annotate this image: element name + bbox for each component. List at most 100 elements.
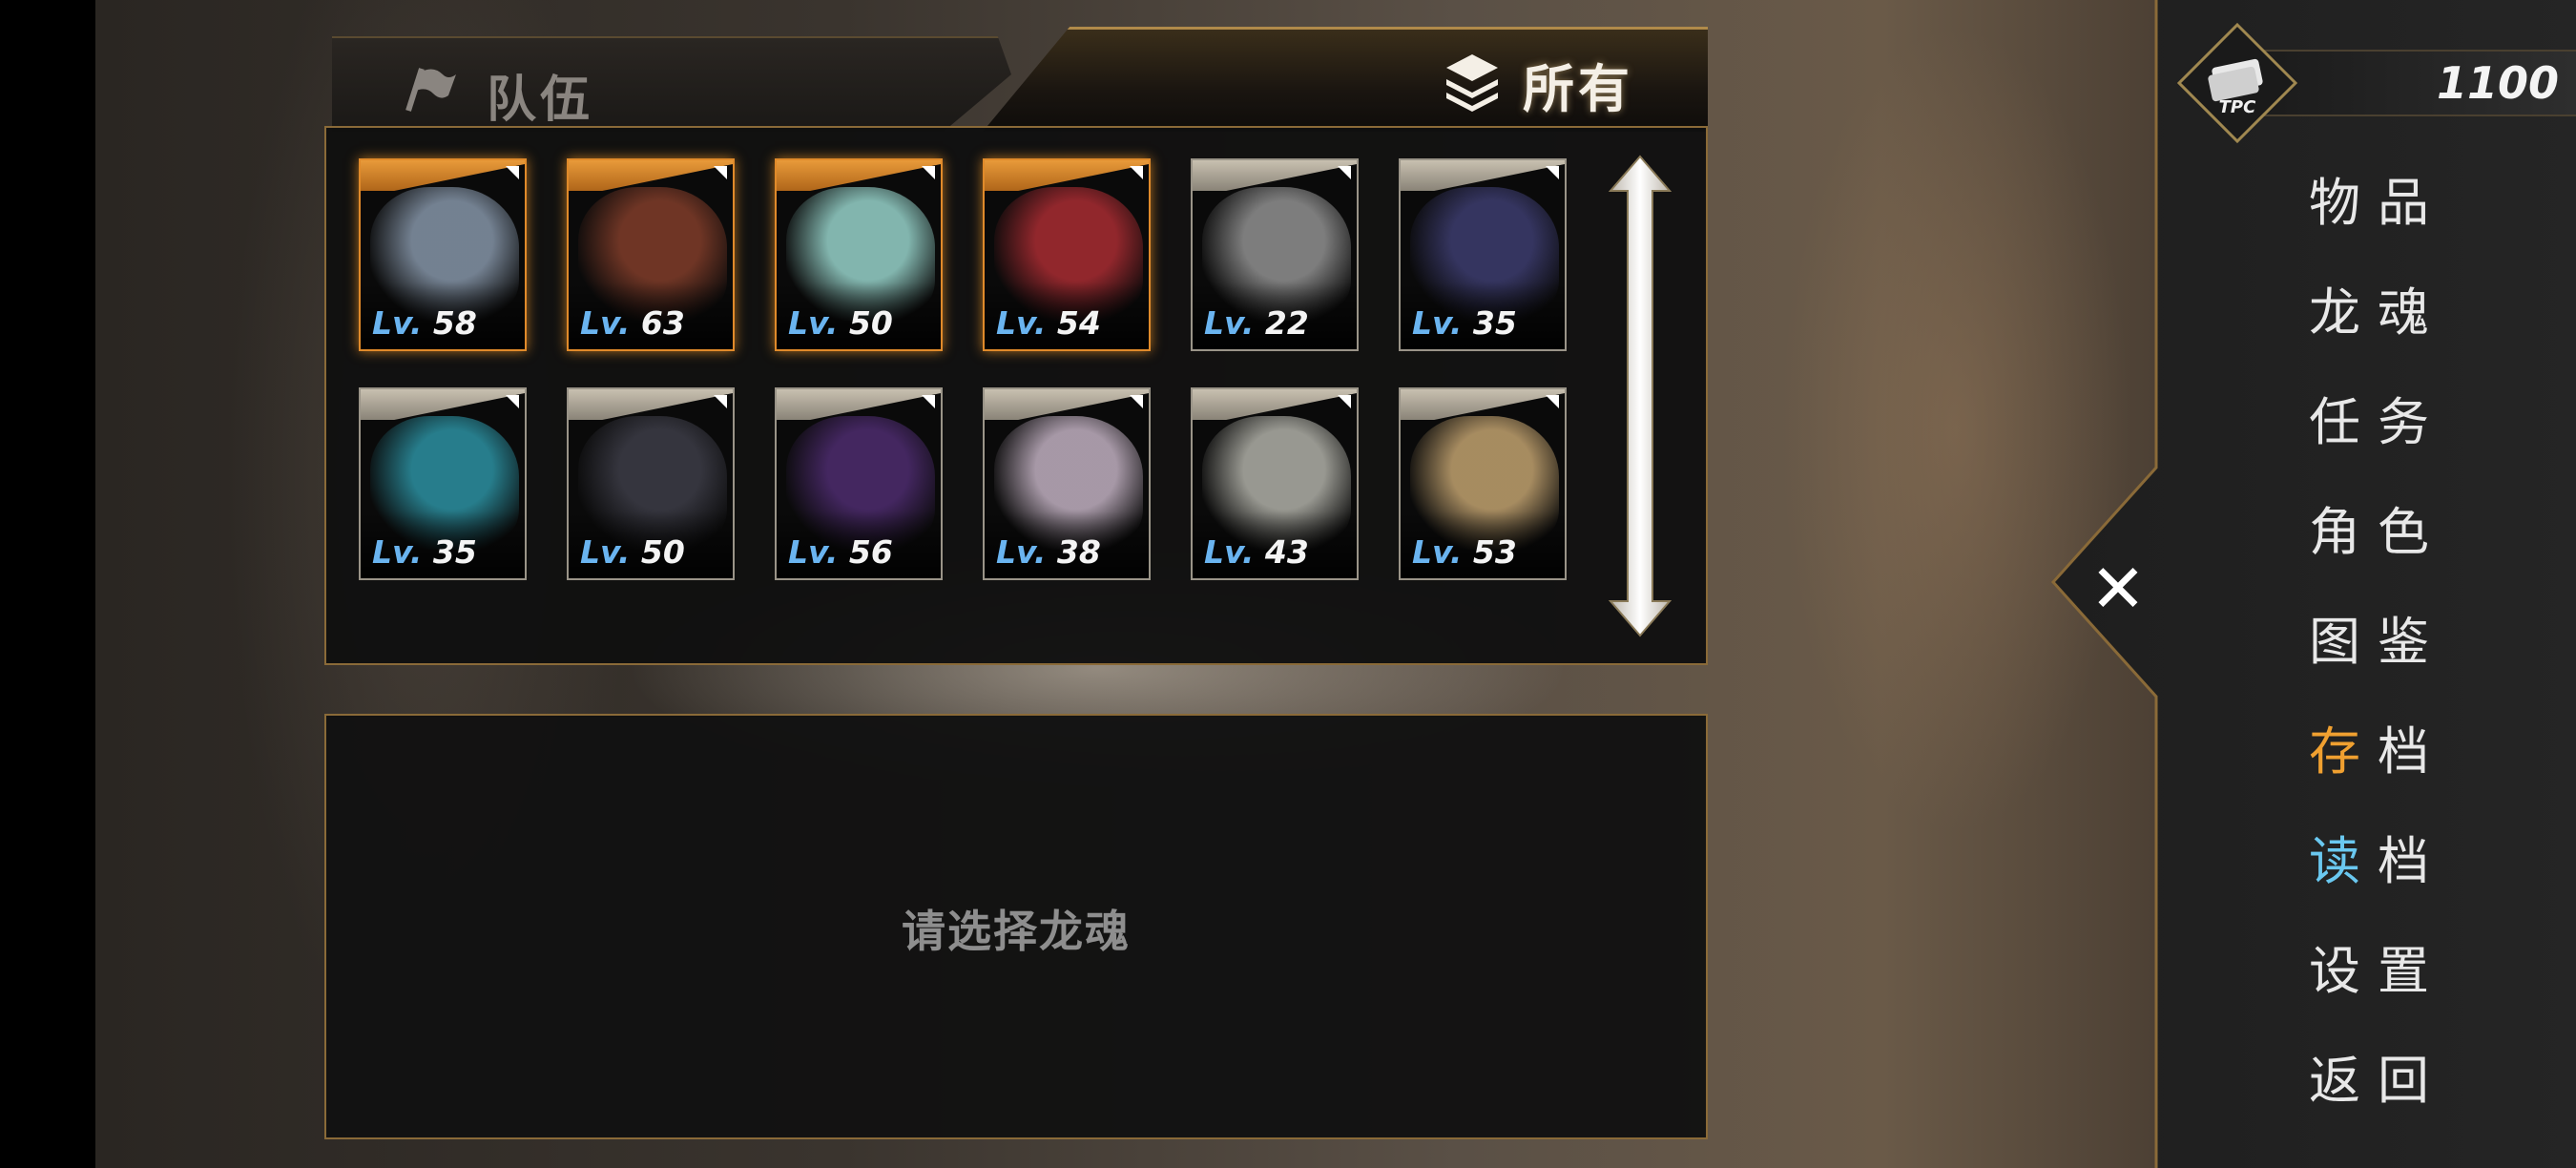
menu-item[interactable]: 图鉴 [2309,599,2557,685]
dragon-soul-detail-panel: 请选择龙魂 [324,714,1708,1139]
card-corner-marker [922,166,935,179]
level-prefix: Lv. [580,533,631,571]
dragon-level: Lv. 50 [788,304,893,342]
currency-display: TPC 1100 [2175,21,2576,145]
menu-item[interactable]: 龙魂 [2309,270,2557,356]
dragon-level: Lv. 43 [1204,533,1309,571]
level-value: 38 [1056,533,1101,571]
dragon-level: Lv. 35 [1412,304,1517,342]
dragon-level: Lv. 22 [1204,304,1309,342]
card-corner-marker [1546,166,1559,179]
tab-all[interactable]: 所有 [983,27,1708,132]
level-value: 35 [1472,304,1517,342]
menu-item-char-1: 设 [2309,941,2378,1001]
close-button[interactable]: ✕ [2078,549,2158,629]
card-corner-marker [1338,166,1351,179]
menu-item-char-1: 任 [2309,392,2378,452]
dragon-level: Lv. 56 [788,533,893,571]
card-corner-marker [1338,395,1351,408]
dragon-level: Lv. 58 [372,304,477,342]
dragon-soul-card[interactable]: Lv. 58 [359,158,527,351]
dragon-soul-card[interactable]: Lv. 63 [567,158,735,351]
level-prefix: Lv. [1412,533,1463,571]
level-prefix: Lv. [1204,304,1255,342]
scroll-indicator[interactable] [1609,155,1672,637]
menu-item[interactable]: 存档 [2309,709,2557,795]
tab-team[interactable]: 队伍 [332,36,1011,132]
card-corner-marker [714,395,727,408]
level-value: 35 [432,533,477,571]
menu-item-char-2: 回 [2378,1051,2446,1111]
menu-item-char-1: 角 [2309,502,2378,562]
dragon-soul-card[interactable]: Lv. 56 [775,387,943,580]
dragon-soul-card[interactable]: Lv. 43 [1191,387,1359,580]
menu-item-char-2: 档 [2378,831,2446,891]
layers-icon [1446,54,1498,112]
menu-item-char-2: 品 [2378,173,2446,233]
menu-item-char-2: 鉴 [2378,612,2446,672]
menu-item-char-2: 务 [2378,392,2446,452]
dragon-soul-card[interactable]: Lv. 22 [1191,158,1359,351]
menu-item-char-1: 存 [2309,721,2378,782]
card-corner-marker [1130,395,1143,408]
card-corner-marker [922,395,935,408]
menu-item-char-1: 返 [2309,1051,2378,1111]
currency-icon-label: TPC [2219,97,2256,117]
menu-item[interactable]: 返回 [2309,1038,2557,1124]
level-value: 53 [1472,533,1517,571]
dragon-soul-card[interactable]: Lv. 54 [983,158,1151,351]
level-value: 22 [1264,304,1309,342]
menu-item-char-1: 图 [2309,612,2378,672]
card-corner-marker [506,395,519,408]
level-value: 56 [848,533,893,571]
menu-item[interactable]: 设置 [2309,928,2557,1014]
card-corner-marker [1130,166,1143,179]
currency-value: 1100 [2436,57,2559,109]
flag-icon [405,68,456,112]
tab-team-label: 队伍 [487,72,594,129]
money-icon: TPC [2176,22,2298,144]
level-value: 50 [848,304,893,342]
menu-item[interactable]: 读档 [2309,819,2557,905]
dragon-level: Lv. 63 [580,304,685,342]
level-prefix: Lv. [788,533,839,571]
level-prefix: Lv. [372,533,423,571]
level-value: 54 [1056,304,1101,342]
level-prefix: Lv. [996,533,1047,571]
dragon-soul-card[interactable]: Lv. 50 [567,387,735,580]
dragon-soul-grid: Lv. 58 Lv. 63 Lv. 50 Lv. 54 Lv. 22 Lv. 35 Lv. … [324,126,1708,665]
menu-item-char-2: 置 [2378,941,2446,1001]
menu-item[interactable]: 角色 [2309,490,2557,575]
level-value: 63 [640,304,685,342]
level-prefix: Lv. [372,304,423,342]
menu-item[interactable]: 任务 [2309,380,2557,466]
dragon-soul-card[interactable]: Lv. 50 [775,158,943,351]
dragon-soul-card[interactable]: Lv. 35 [359,387,527,580]
level-prefix: Lv. [1204,533,1255,571]
dragon-level: Lv. 50 [580,533,685,571]
dragon-level: Lv. 54 [996,304,1101,342]
level-prefix: Lv. [1412,304,1463,342]
level-prefix: Lv. [580,304,631,342]
menu-item[interactable]: 物品 [2309,160,2557,246]
level-value: 50 [640,533,685,571]
dragon-soul-card[interactable]: Lv. 35 [1399,158,1567,351]
dragon-level: Lv. 35 [372,533,477,571]
dragon-level: Lv. 38 [996,533,1101,571]
dragon-level: Lv. 53 [1412,533,1517,571]
level-prefix: Lv. [788,304,839,342]
level-value: 43 [1264,533,1309,571]
select-dragon-soul-prompt: 请选择龙魂 [902,906,1131,957]
card-corner-marker [714,166,727,179]
menu-item-char-1: 龙 [2309,282,2378,343]
dragon-soul-card[interactable]: Lv. 53 [1399,387,1567,580]
dragon-soul-card[interactable]: Lv. 38 [983,387,1151,580]
tab-all-label: 所有 [1523,59,1633,119]
menu-item-char-1: 读 [2309,831,2378,891]
card-corner-marker [506,166,519,179]
level-value: 58 [432,304,477,342]
level-prefix: Lv. [996,304,1047,342]
menu-item-char-2: 色 [2378,502,2446,562]
card-corner-marker [1546,395,1559,408]
menu-item-char-2: 档 [2378,721,2446,782]
